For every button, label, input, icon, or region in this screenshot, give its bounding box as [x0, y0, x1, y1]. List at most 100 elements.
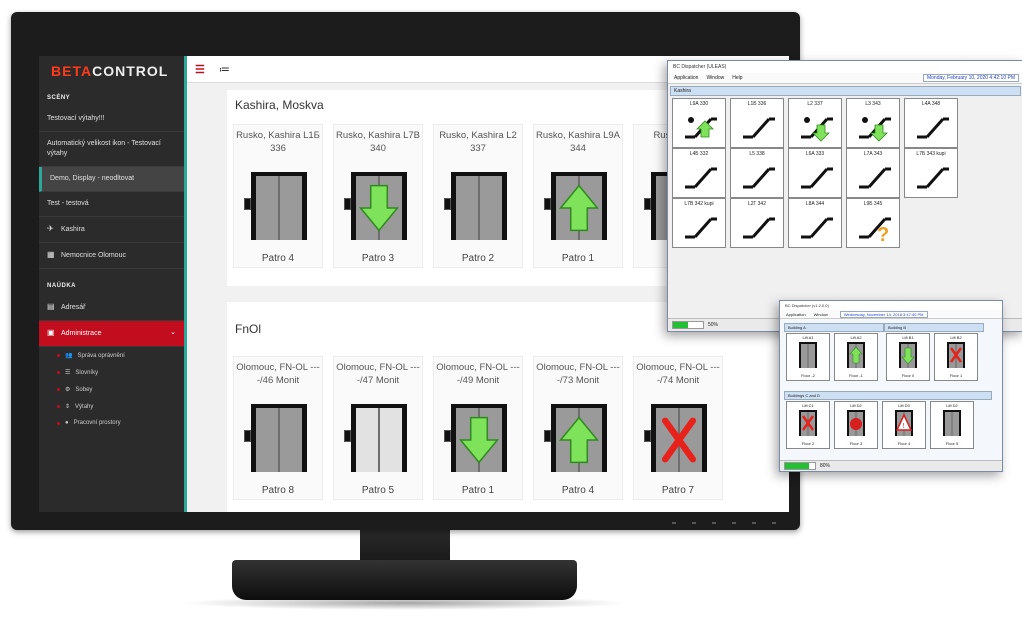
elevator-card[interactable]: Olomouc, FN-OL ----/46 Monit Patro 8 — [233, 356, 323, 500]
menu-application[interactable]: Application — [674, 75, 698, 81]
elevator-door-icon — [344, 172, 407, 240]
logo[interactable]: BETA CONTROL — [39, 56, 184, 86]
escalator-tile[interactable]: L6A 333 — [788, 148, 842, 198]
menu-window[interactable]: Window — [814, 312, 828, 317]
elevator-door-icon — [544, 172, 607, 240]
sidebar-item-hospital[interactable]: ▦ Nemocnice Olomouc — [39, 243, 184, 269]
sidebar-item-address-book[interactable]: ▤ Adresář — [39, 295, 184, 321]
escalator-tile[interactable]: L2 337 — [788, 98, 842, 148]
tile-label: Lift A1 — [802, 335, 814, 340]
sidebar-subitem-sobey[interactable]: ⚙ Sobey — [39, 381, 184, 398]
tile-label: Lift B2 — [950, 335, 962, 340]
lift-tile[interactable]: Lift D2 Floor 3 — [834, 401, 878, 449]
sidebar-item-test-lifts[interactable]: Testovací výtahy!!! — [39, 107, 184, 132]
tile-label: Lift D2 — [946, 403, 958, 408]
sidebar-item-test[interactable]: Test - testová — [39, 192, 184, 217]
elevator-card[interactable]: Olomouc, FN-OL ----/47 Monit Patro 5 — [333, 356, 423, 500]
escalator-tile[interactable]: L7Б 343 kupi — [904, 148, 958, 198]
escalator-down-icon — [801, 117, 833, 142]
escalator-tile[interactable]: L9A 330 — [672, 98, 726, 148]
elevator-card[interactable]: Rusko, Kashira L9A 344 Patro 1 — [533, 124, 623, 268]
sidebar-item-label: Adresář — [61, 304, 86, 311]
tile-label: Lift D2 — [850, 403, 862, 408]
lift-tile[interactable]: Lift A2 Floor -1 — [834, 333, 878, 381]
address-book-icon: ▤ — [47, 302, 55, 311]
escalator-icon — [917, 167, 949, 189]
sidebar-item-admin[interactable]: ▣ Administrace ⌄ — [39, 321, 184, 347]
arrow-down-icon — [459, 416, 499, 464]
lift-tile[interactable]: Lift B1 Floor 0 — [886, 333, 930, 381]
lift-tile[interactable]: Lift C1 Floor 2 — [786, 401, 830, 449]
tile-label: L6A 333 — [805, 151, 825, 157]
monitor-buttons — [672, 522, 776, 524]
elevator-card[interactable]: Olomouc, FN-OL ----/49 Monit Patro 1 — [433, 356, 523, 500]
subitem-label: Slovníky — [75, 369, 99, 376]
list-view-icon[interactable]: ≔ — [219, 63, 230, 76]
elevator-card[interactable]: Olomouc, FN-OL ----/73 Monit Patro 4 — [533, 356, 623, 500]
tile-label: L7B 342 kupi — [684, 201, 714, 207]
elevator-card[interactable]: Rusko, Kashira L2 337 Patro 2 — [433, 124, 523, 268]
escalator-tile[interactable]: L8A 344 — [788, 198, 842, 248]
tile-label: L7A 343 — [863, 151, 883, 157]
card-row: Olomouc, FN-OL ----/46 Monit Patro 8 Olomo… — [233, 356, 723, 500]
sidebar: BETA CONTROL SCÉNY Testovací výtahy!!! A… — [39, 56, 184, 512]
dispatcher-window-2: BC Dispatcher (v1.2.0.0) Application Win… — [779, 300, 1003, 472]
menu-application[interactable]: Application — [786, 312, 806, 317]
elevator-door-icon — [444, 172, 507, 240]
airplane-icon: ✈ — [47, 224, 54, 233]
subitem-label: Správa oprávnění — [77, 352, 125, 359]
escalator-tile[interactable]: L7A 343 — [846, 148, 900, 198]
tile-label: Lift B1 — [902, 335, 914, 340]
sidebar-item-label: Automatický velikost ikon - Testovací vý… — [47, 140, 161, 157]
tile-label: Lift C1 — [802, 403, 814, 408]
elevator-name: Olomouc, FN-OL ----/47 Monit — [336, 362, 420, 386]
lift-warning-icon: ! — [895, 410, 913, 436]
tile-label: L1Б 336 — [747, 101, 767, 107]
lift-fault-icon — [947, 342, 965, 368]
sidebar-item-auto-icons[interactable]: Automatický velikost ikon - Testovací vý… — [39, 132, 184, 167]
chevron-down-icon: ⌄ — [170, 329, 176, 336]
circle-icon: ● — [65, 420, 69, 426]
escalator-tile[interactable]: L4A 348 — [904, 98, 958, 148]
escalator-tile[interactable]: L4Б 332 — [672, 148, 726, 198]
tile-label: L3 343 — [865, 101, 881, 107]
sidebar-item-kashira[interactable]: ✈ Kashira — [39, 217, 184, 243]
sidebar-subitem-dictionaries[interactable]: ☰ Slovníky — [39, 364, 184, 381]
window-title: BC Dispatcher (ULEAS) — [668, 61, 1022, 73]
sidebar-item-label: Demo, Display - neodltovat — [50, 175, 135, 182]
hamburger-menu-icon[interactable]: ☰ — [195, 63, 205, 76]
elevator-card[interactable]: Olomouc, FN-OL ----/74 Monit Patro 7 — [633, 356, 723, 500]
sidebar-item-demo[interactable]: Demo, Display - neodltovat — [39, 167, 184, 192]
building-icon: ▦ — [47, 250, 55, 259]
lift-closed-icon — [799, 342, 817, 368]
progress-text: 80% — [820, 463, 831, 469]
lift-closed-icon — [943, 410, 961, 436]
sidebar-subitem-lifts[interactable]: ⇕ Výtahy — [39, 398, 184, 415]
menu-help[interactable]: Help — [732, 75, 742, 81]
tile-label: L4A 348 — [921, 101, 941, 107]
escalator-tile[interactable]: L2Г 342 — [730, 198, 784, 248]
floor-label: Floor -2 — [801, 373, 815, 378]
lift-tile[interactable]: Lift A1 Floor -2 — [786, 333, 830, 381]
lift-tile[interactable]: Lift B2 Floor 1 — [934, 333, 978, 381]
sidebar-subitem-permissions[interactable]: 👥 Správa oprávnění — [39, 347, 184, 364]
panel-fnol: FnOl Olomouc, FN-OL ----/46 Monit Patro 8… — [227, 302, 789, 512]
lift-tile[interactable]: Lift D3! Floor 4 — [882, 401, 926, 449]
sidebar-subitem-workspaces[interactable]: ● Pracovní prostory — [39, 415, 184, 431]
escalator-tile[interactable]: L5 338 — [730, 148, 784, 198]
elevator-name: Rusko, Kashira L2 337 — [439, 130, 517, 154]
lift-tile[interactable]: Lift D2 Floor 5 — [930, 401, 974, 449]
menu-window[interactable]: Window — [706, 75, 724, 81]
floor-label: Patro 8 — [261, 485, 295, 496]
escalator-icon — [743, 167, 775, 189]
elevator-card[interactable]: Rusko, Kashira L7B 340 Patro 3 — [333, 124, 423, 268]
escalator-tile[interactable]: L3 343 — [846, 98, 900, 148]
elevator-card[interactable]: Rusko, Kashira L1Б 336 Patro 4 — [233, 124, 323, 268]
tile-label: L7Б 343 kupi — [916, 151, 946, 157]
tile-grid: Building A Lift A1 Floor -2 Lift A2 Floor -1… — [780, 319, 1002, 459]
tile-label: L9Б 345 — [863, 201, 883, 207]
escalator-tile[interactable]: L1Б 336 — [730, 98, 784, 148]
escalator-tile[interactable]: L7B 342 kupi — [672, 198, 726, 248]
escalator-tile[interactable]: L9Б 345? — [846, 198, 900, 248]
date-display: Monday, February 10, 2020 4:42:10 PM — [922, 74, 1019, 82]
